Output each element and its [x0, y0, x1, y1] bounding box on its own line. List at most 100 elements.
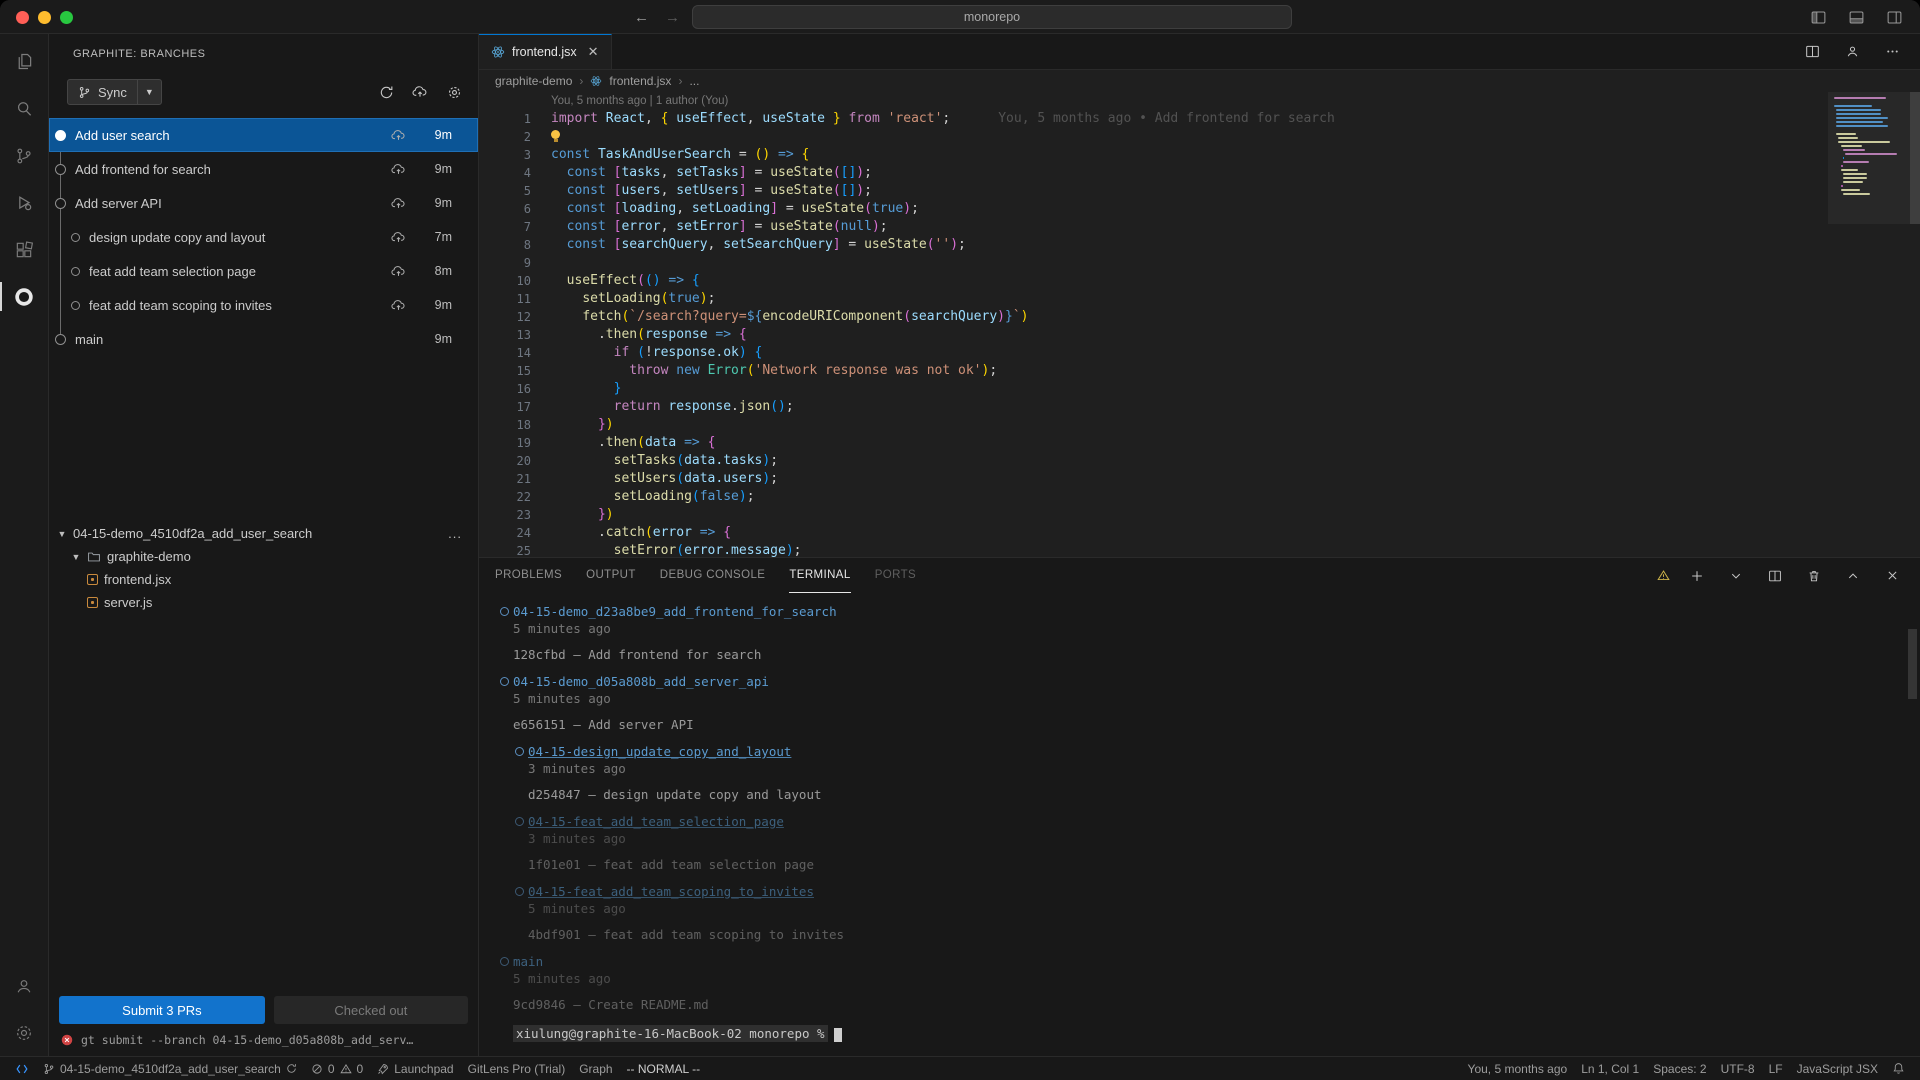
- code-line[interactable]: 9: [479, 254, 1920, 272]
- code-editor[interactable]: You, 5 months ago | 1 author (You) 1 imp…: [479, 92, 1920, 557]
- more-actions-icon[interactable]: [1880, 40, 1904, 64]
- code-line[interactable]: 15 throw new Error('Network response was…: [479, 362, 1920, 380]
- code-line[interactable]: 10 useEffect(() => {: [479, 272, 1920, 290]
- code-line[interactable]: 23 }): [479, 506, 1920, 524]
- code-line[interactable]: 3 const TaskAndUserSearch = () => {: [479, 146, 1920, 164]
- code-line[interactable]: 5 const [users, setUsers] = useState([])…: [479, 182, 1920, 200]
- status-graph[interactable]: Graph: [572, 1057, 619, 1080]
- breadcrumb-folder[interactable]: graphite-demo: [495, 74, 572, 88]
- code-line[interactable]: 19 .then(data => {: [479, 434, 1920, 452]
- terminal-branch-link[interactable]: 04-15-feat_add_team_selection_page: [528, 813, 1920, 830]
- terminal-branch-link[interactable]: 04-15-design_update_copy_and_layout: [528, 743, 1920, 760]
- code-line[interactable]: 8 const [searchQuery, setSearchQuery] = …: [479, 236, 1920, 254]
- branch-row[interactable]: Add frontend for search 9m: [49, 152, 478, 186]
- status-encoding[interactable]: UTF-8: [1714, 1057, 1762, 1080]
- code-line[interactable]: 24 .catch(error => {: [479, 524, 1920, 542]
- activity-source-control[interactable]: [0, 132, 49, 179]
- terminal-branch-link[interactable]: main: [513, 953, 1920, 970]
- terminal-scrollbar[interactable]: [1908, 629, 1917, 699]
- code-line[interactable]: 6 const [loading, setLoading] = useState…: [479, 200, 1920, 218]
- cloud-upload-icon[interactable]: [408, 80, 432, 104]
- code-line[interactable]: 7 const [error, setError] = useState(nul…: [479, 218, 1920, 236]
- status-problems[interactable]: 0 0: [304, 1057, 370, 1080]
- maximize-panel-icon[interactable]: [1841, 564, 1865, 588]
- code-line[interactable]: 11 setLoading(true);: [479, 290, 1920, 308]
- chevron-down-icon[interactable]: ▼: [138, 87, 161, 97]
- status-indentation[interactable]: Spaces: 2: [1646, 1057, 1713, 1080]
- activity-extensions[interactable]: [0, 226, 49, 273]
- code-line[interactable]: 13 .then(response => {: [479, 326, 1920, 344]
- code-line[interactable]: 14 if (!response.ok) {: [479, 344, 1920, 362]
- terminal-branch-link[interactable]: 04-15-demo_d05a808b_add_server_api: [513, 673, 1920, 690]
- toggle-panel-icon[interactable]: [1844, 5, 1868, 29]
- navigate-forward-button[interactable]: →: [665, 9, 680, 26]
- code-line[interactable]: 20 setTasks(data.tasks);: [479, 452, 1920, 470]
- remote-indicator[interactable]: [8, 1057, 36, 1080]
- notifications-bell-icon[interactable]: [1885, 1057, 1912, 1080]
- submit-prs-button[interactable]: Submit 3 PRs: [59, 996, 265, 1024]
- refresh-icon[interactable]: [374, 80, 398, 104]
- code-line[interactable]: 4 const [tasks, setTasks] = useState([])…: [479, 164, 1920, 182]
- code-line[interactable]: 17 return response.json();: [479, 398, 1920, 416]
- branch-row[interactable]: Add user search 9m: [49, 118, 478, 152]
- zoom-window-button[interactable]: [60, 11, 73, 24]
- editor-scrollbar[interactable]: [1910, 92, 1920, 224]
- split-terminal-icon[interactable]: [1763, 564, 1787, 588]
- terminal[interactable]: 04-15-demo_d23a8be9_add_frontend_for_sea…: [479, 593, 1920, 1056]
- status-gitlens[interactable]: GitLens Pro (Trial): [461, 1057, 573, 1080]
- minimap[interactable]: [1834, 97, 1900, 195]
- tree-folder-row[interactable]: ▼ graphite-demo: [49, 545, 478, 568]
- terminal-branch-link[interactable]: 04-15-demo_d23a8be9_add_frontend_for_sea…: [513, 603, 1920, 620]
- close-tab-icon[interactable]: ✕: [588, 44, 599, 60]
- code-line[interactable]: 16 }: [479, 380, 1920, 398]
- status-blame[interactable]: You, 5 months ago: [1461, 1057, 1575, 1080]
- sync-split-button[interactable]: Sync ▼: [67, 79, 162, 105]
- status-eol[interactable]: LF: [1762, 1057, 1790, 1080]
- status-language-mode[interactable]: JavaScript JSX: [1790, 1057, 1885, 1080]
- toggle-blame-icon[interactable]: [1840, 40, 1864, 64]
- status-branch[interactable]: 04-15-demo_4510df2a_add_user_search: [36, 1057, 304, 1080]
- gear-icon[interactable]: [442, 80, 466, 104]
- activity-account[interactable]: [0, 962, 49, 1009]
- tree-file-row[interactable]: server.js: [49, 591, 478, 614]
- close-panel-icon[interactable]: [1880, 564, 1904, 588]
- status-launchpad[interactable]: Launchpad: [370, 1057, 460, 1080]
- kill-terminal-icon[interactable]: [1802, 564, 1826, 588]
- tab-debug-console[interactable]: DEBUG CONSOLE: [660, 558, 766, 593]
- breadcrumb-file[interactable]: frontend.jsx: [609, 74, 671, 88]
- activity-search[interactable]: [0, 85, 49, 132]
- tab-ports[interactable]: PORTS: [875, 558, 916, 593]
- minimize-window-button[interactable]: [38, 11, 51, 24]
- activity-run-debug[interactable]: [0, 179, 49, 226]
- more-actions-icon[interactable]: ...: [448, 526, 478, 541]
- activity-explorer[interactable]: [0, 38, 49, 85]
- toggle-sidebar-icon[interactable]: [1806, 5, 1830, 29]
- code-line[interactable]: 12 fetch(`/search?query=${encodeURICompo…: [479, 308, 1920, 326]
- code-line[interactable]: 22 setLoading(false);: [479, 488, 1920, 506]
- terminal-branch-link[interactable]: 04-15-feat_add_team_scoping_to_invites: [528, 883, 1920, 900]
- activity-graphite[interactable]: [0, 273, 49, 320]
- code-line[interactable]: 21 setUsers(data.users);: [479, 470, 1920, 488]
- tab-output[interactable]: OUTPUT: [586, 558, 636, 593]
- split-editor-icon[interactable]: [1800, 40, 1824, 64]
- branch-row[interactable]: main 9m: [49, 322, 478, 356]
- activity-settings[interactable]: [0, 1009, 49, 1056]
- gitlens-authors-header[interactable]: You, 5 months ago | 1 author (You): [479, 92, 1920, 110]
- chevron-down-icon[interactable]: [1724, 564, 1748, 588]
- navigate-back-button[interactable]: ←: [634, 9, 649, 26]
- status-cursor-position[interactable]: Ln 1, Col 1: [1574, 1057, 1646, 1080]
- breadcrumb-symbol[interactable]: ...: [689, 74, 699, 88]
- command-center-search[interactable]: monorepo: [692, 5, 1292, 29]
- code-line[interactable]: 2: [479, 128, 1920, 146]
- tab-frontend-jsx[interactable]: frontend.jsx ✕: [479, 34, 612, 69]
- code-line[interactable]: 18 }): [479, 416, 1920, 434]
- branch-ref-header[interactable]: ▼ 04-15-demo_4510df2a_add_user_search ..…: [49, 522, 478, 545]
- branch-row[interactable]: feat add team scoping to invites 9m: [49, 288, 478, 322]
- new-terminal-icon[interactable]: [1685, 564, 1709, 588]
- code-line[interactable]: 1 import React, { useEffect, useState } …: [479, 110, 1920, 128]
- branch-row[interactable]: design update copy and layout 7m: [49, 220, 478, 254]
- code-line[interactable]: 25 setError(error.message);: [479, 542, 1920, 557]
- branch-row[interactable]: feat add team selection page 8m: [49, 254, 478, 288]
- tab-terminal[interactable]: TERMINAL: [789, 558, 850, 593]
- toggle-secondary-sidebar-icon[interactable]: [1882, 5, 1906, 29]
